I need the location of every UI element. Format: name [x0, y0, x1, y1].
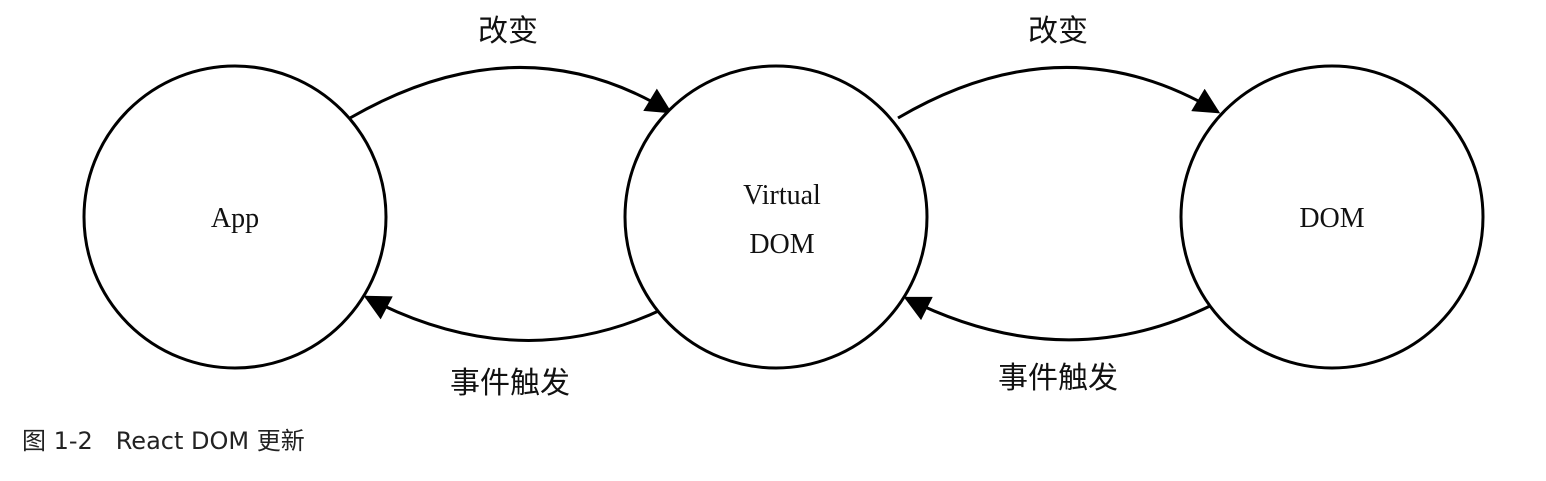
node-virtual-dom-label-line1: Virtual — [743, 180, 821, 211]
figure-caption: 图 1-2 React DOM 更新 — [22, 427, 305, 455]
node-app-label: App — [211, 203, 259, 234]
node-virtual-dom — [623, 64, 929, 370]
edge-label-app-to-vdom: 改变 — [478, 14, 538, 49]
edge-label-vdom-to-app: 事件触发 — [450, 366, 570, 400]
edge-dom-to-vdom — [903, 296, 1213, 342]
node-virtual-dom-label-line2: DOM — [749, 229, 814, 260]
node-dom-label: DOM — [1299, 203, 1364, 234]
react-dom-update-diagram: App Virtual DOM DOM 改变 改变 事件触发 事件触发 — [82, 14, 1485, 400]
edge-label-dom-to-vdom: 事件触发 — [998, 361, 1118, 396]
edge-vdom-to-dom — [897, 65, 1221, 120]
edge-label-vdom-to-dom: 改变 — [1028, 14, 1088, 49]
edge-app-to-vdom — [349, 65, 673, 120]
edge-vdom-to-app — [363, 295, 666, 342]
